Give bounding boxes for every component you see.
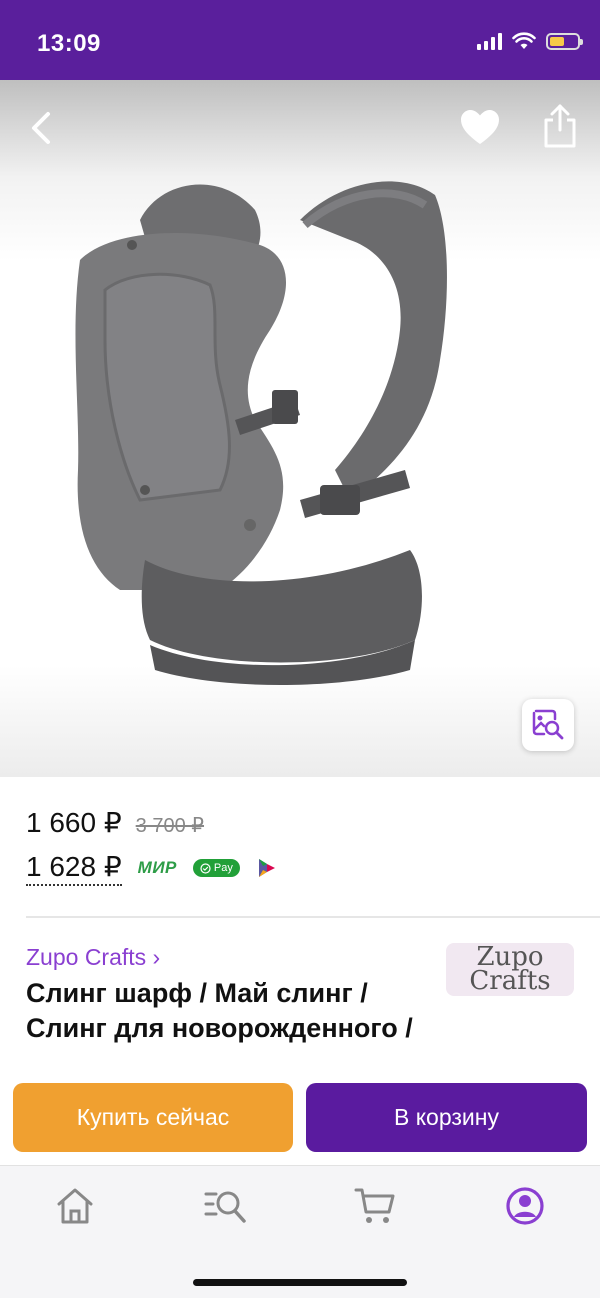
buy-now-button[interactable]: Купить сейчас (13, 1083, 293, 1152)
seller-logo-line2: Crafts (469, 966, 551, 996)
check-circle-icon (200, 862, 211, 874)
sberpay-logo: Pay (192, 859, 240, 877)
sbp-icon (258, 859, 275, 877)
battery-icon (546, 32, 583, 50)
cart-icon[interactable] (353, 1184, 397, 1228)
seller-link[interactable]: Zupo Crafts › (26, 944, 160, 971)
divider (26, 916, 600, 918)
status-icons (477, 32, 583, 50)
price-row: 1 660 ₽ 3 700 ₽ (26, 806, 574, 846)
baby-carrier-image (75, 181, 447, 685)
price-old: 3 700 ₽ (135, 815, 205, 837)
product-image-gallery[interactable] (0, 80, 600, 777)
favorite-button[interactable] (458, 106, 502, 150)
seller-logo[interactable]: Zupo Crafts (446, 943, 574, 996)
price-card-row: 1 628 ₽ МИР Pay (26, 848, 574, 888)
wifi-icon (512, 32, 536, 49)
catalog-search-icon[interactable] (203, 1184, 247, 1228)
status-time: 13:09 (37, 30, 101, 57)
home-icon[interactable] (53, 1184, 97, 1228)
price-block: 1 660 ₽ 3 700 ₽ 1 628 ₽ МИР Pay (26, 806, 574, 888)
status-bar: 13:09 (0, 0, 600, 80)
sberpay-label: Pay (213, 862, 233, 874)
cellular-signal-icon (477, 32, 502, 50)
back-button[interactable] (22, 106, 62, 150)
image-search-icon (532, 709, 564, 740)
price-current: 1 660 ₽ (26, 807, 122, 838)
mir-logo: МИР (137, 858, 177, 877)
share-button[interactable] (538, 102, 582, 150)
visual-search-button[interactable] (522, 699, 574, 751)
tab-bar (0, 1165, 600, 1298)
product-title: Слинг шарф / Май слинг / Слинг для новор… (26, 978, 413, 1043)
home-indicator (193, 1279, 407, 1286)
profile-icon[interactable] (503, 1184, 547, 1228)
price-with-card[interactable]: 1 628 ₽ (26, 850, 122, 886)
add-to-cart-button[interactable]: В корзину (306, 1083, 587, 1152)
